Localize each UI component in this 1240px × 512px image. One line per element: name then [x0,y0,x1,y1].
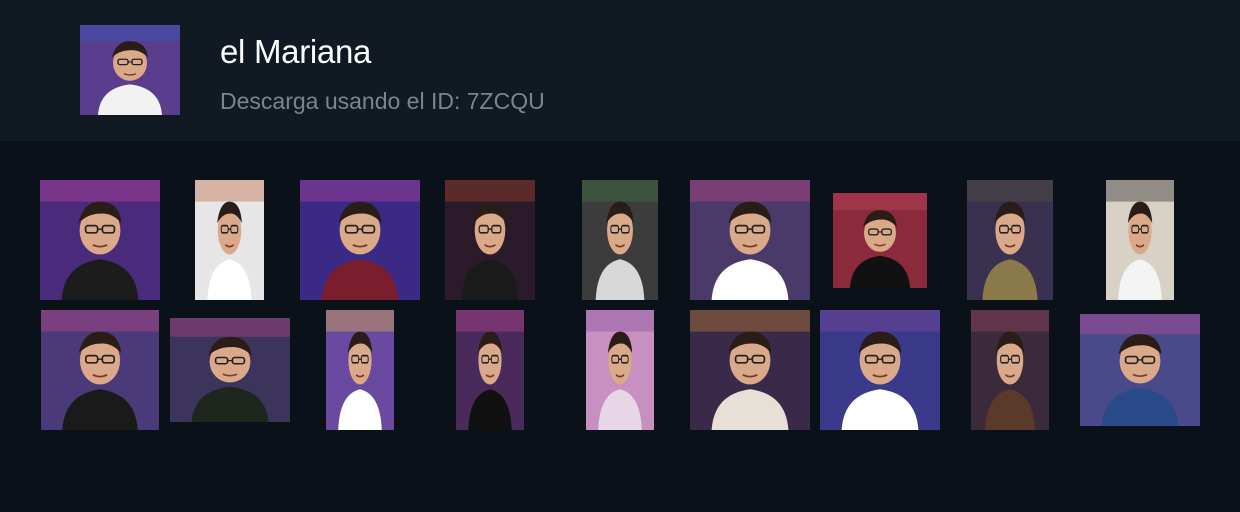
pack-download-id: Descarga usando el ID: 7ZCQU [220,88,545,114]
pack-header: el Mariana Descarga usando el ID: 7ZCQU [0,0,1240,141]
pack-title: el Mariana [220,33,372,70]
sticker-12-image[interactable] [326,310,394,430]
pack-cover-image [80,25,180,115]
sticker-10-image[interactable] [41,310,159,430]
sticker-2-image[interactable] [195,180,264,300]
sticker-15-image[interactable] [690,310,810,430]
sticker-6-image[interactable] [690,180,810,300]
sticker-16-image[interactable] [820,310,940,430]
sticker-18-image[interactable] [1080,314,1200,426]
sticker-14-image[interactable] [586,310,654,430]
sticker-4-image[interactable] [445,180,535,300]
sticker-3-image[interactable] [300,180,420,300]
sticker-9-image[interactable] [1106,180,1174,300]
sticker-8-image[interactable] [967,180,1053,300]
sticker-17-image[interactable] [971,310,1049,430]
sticker-7-image[interactable] [833,193,927,288]
sticker-1-image[interactable] [40,180,160,300]
sticker-11-image[interactable] [170,318,290,422]
sticker-grid [0,141,1240,512]
sticker-13-image[interactable] [456,310,524,430]
sticker-5-image[interactable] [582,180,658,300]
